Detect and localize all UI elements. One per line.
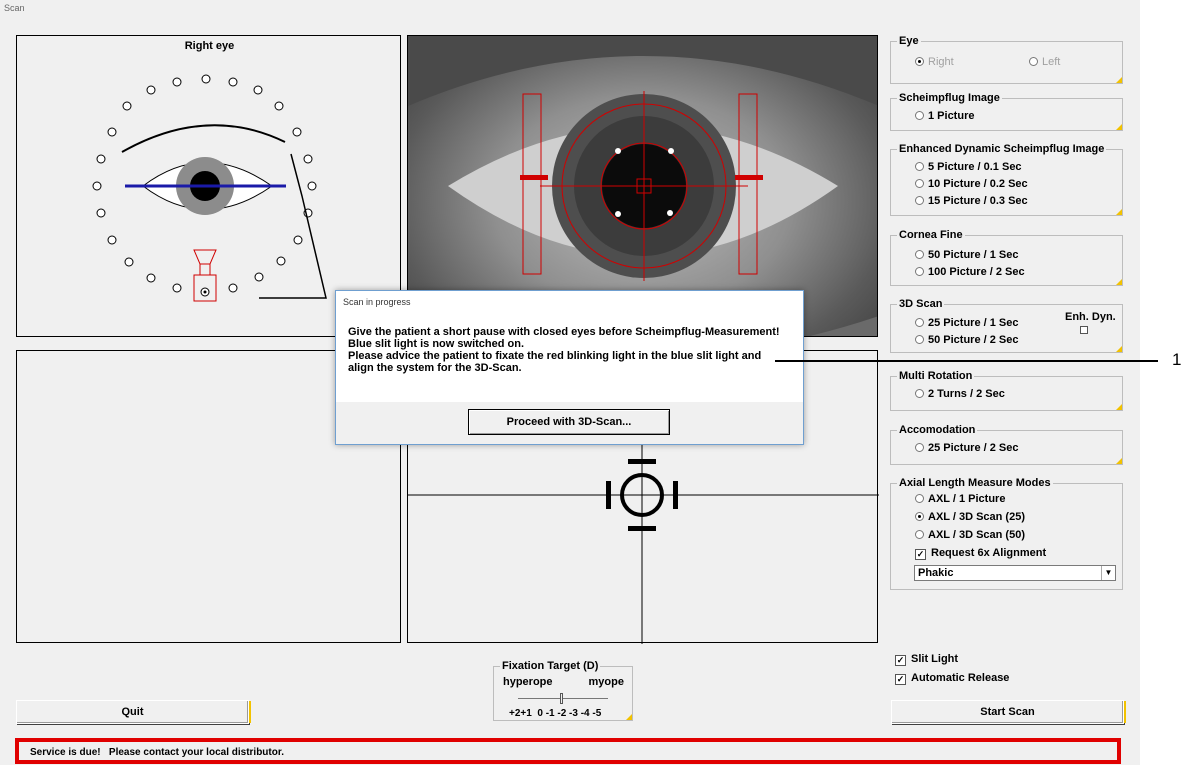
automatic-release-checkbox[interactable]: ✓ Automatic Release	[895, 672, 1009, 685]
myope-label: myope	[588, 676, 624, 688]
radio-15-picture[interactable]: 15 Picture / 0.3 Sec	[915, 195, 1028, 207]
eye-group: Eye Right Left	[890, 35, 1123, 84]
dialog-footer: Proceed with 3D-Scan...	[336, 402, 803, 444]
multi-rotation-label: Multi Rotation	[897, 370, 975, 382]
proceed-3d-scan-button[interactable]: Proceed with 3D-Scan...	[468, 409, 670, 435]
radio-1-picture[interactable]: 1 Picture	[915, 110, 974, 122]
enh-dyn-label: Enh. Dyn.	[1065, 311, 1116, 323]
start-scan-button[interactable]: Start Scan	[891, 700, 1126, 724]
cornea-fine-group: Cornea Fine 50 Picture / 1 Sec 100 Pictu…	[890, 229, 1123, 286]
status-message: Service is due! Please contact your loca…	[30, 747, 284, 758]
3d-scan-group: 3D Scan 25 Picture / 1 Sec 50 Picture / …	[890, 298, 1123, 353]
radio-2-turns[interactable]: 2 Turns / 2 Sec	[915, 388, 1005, 400]
accomodation-label: Accomodation	[897, 424, 978, 436]
chevron-down-icon: ▼	[1101, 566, 1115, 580]
fixation-target-group: Fixation Target (D) hyperope myope +2+1 …	[493, 660, 633, 721]
radio-axl-1-picture[interactable]: AXL / 1 Picture	[915, 493, 1005, 505]
scan-in-progress-dialog: Scan in progress Give the patient a shor…	[335, 290, 804, 445]
slider-thumb[interactable]	[560, 693, 563, 704]
3d-scan-group-label: 3D Scan	[897, 298, 945, 310]
axial-group-label: Axial Length Measure Modes	[897, 477, 1053, 489]
eye-group-label: Eye	[897, 35, 921, 47]
scan-window: Scan Right eye Eye Right Left Scheimpflu…	[0, 0, 1140, 765]
radio-50-picture[interactable]: 50 Picture / 1 Sec	[915, 249, 1019, 261]
radio-25-picture-1sec[interactable]: 25 Picture / 1 Sec	[915, 317, 1019, 329]
radio-5-picture[interactable]: 5 Picture / 0.1 Sec	[915, 161, 1022, 173]
right-alignment-marker	[735, 175, 763, 180]
radio-icon	[915, 111, 924, 120]
left-alignment-marker	[520, 175, 548, 180]
radio-left[interactable]: Left	[1029, 56, 1060, 68]
multi-rotation-group: Multi Rotation 2 Turns / 2 Sec	[890, 370, 1123, 411]
fixation-slider[interactable]	[518, 693, 608, 705]
radio-100-picture[interactable]: 100 Picture / 2 Sec	[915, 266, 1025, 278]
request-alignment-checkbox[interactable]: ✓ Request 6x Alignment	[915, 547, 1046, 560]
radio-50-picture-2sec[interactable]: 50 Picture / 2 Sec	[915, 334, 1019, 346]
enhanced-dynamic-group: Enhanced Dynamic Scheimpflug Image 5 Pic…	[890, 143, 1123, 216]
scheimpflug-group-label: Scheimpflug Image	[897, 92, 1002, 104]
radio-right[interactable]: Right	[915, 56, 954, 68]
radio-axl-3d-50[interactable]: AXL / 3D Scan (50)	[915, 529, 1025, 541]
radio-25-picture-2sec[interactable]: 25 Picture / 2 Sec	[915, 442, 1019, 454]
status-bar: Service is due! Please contact your loca…	[15, 738, 1121, 764]
slit-light-checkbox[interactable]: ✓ Slit Light	[895, 653, 958, 666]
scheimpflug-group: Scheimpflug Image 1 Picture	[890, 92, 1123, 131]
callout-number: 1	[1172, 350, 1182, 369]
radio-icon	[915, 57, 924, 66]
enhanced-group-label: Enhanced Dynamic Scheimpflug Image	[897, 143, 1107, 155]
dialog-message: Give the patient a short pause with clos…	[348, 326, 780, 374]
enh-dyn-checkbox[interactable]	[1080, 326, 1088, 334]
fixation-ticks: +2+1 0 -1 -2 -3 -4 -5	[509, 708, 602, 719]
accomodation-group: Accomodation 25 Picture / 2 Sec	[890, 424, 1123, 465]
radio-10-picture[interactable]: 10 Picture / 0.2 Sec	[915, 178, 1028, 190]
fixation-target-label: Fixation Target (D)	[500, 660, 601, 672]
radio-axl-3d-25[interactable]: AXL / 3D Scan (25)	[915, 511, 1025, 523]
cornea-group-label: Cornea Fine	[897, 229, 965, 241]
callout-line	[775, 360, 1158, 362]
quit-button[interactable]: Quit	[16, 700, 251, 724]
checkbox-icon: ✓	[915, 549, 926, 560]
window-title: Scan	[4, 3, 25, 13]
lens-type-select[interactable]: Phakic ▼	[914, 565, 1116, 581]
hyperope-label: hyperope	[503, 676, 553, 688]
axial-length-group: Axial Length Measure Modes AXL / 1 Pictu…	[890, 477, 1123, 590]
dialog-title: Scan in progress	[343, 297, 411, 307]
radio-icon	[1029, 57, 1038, 66]
